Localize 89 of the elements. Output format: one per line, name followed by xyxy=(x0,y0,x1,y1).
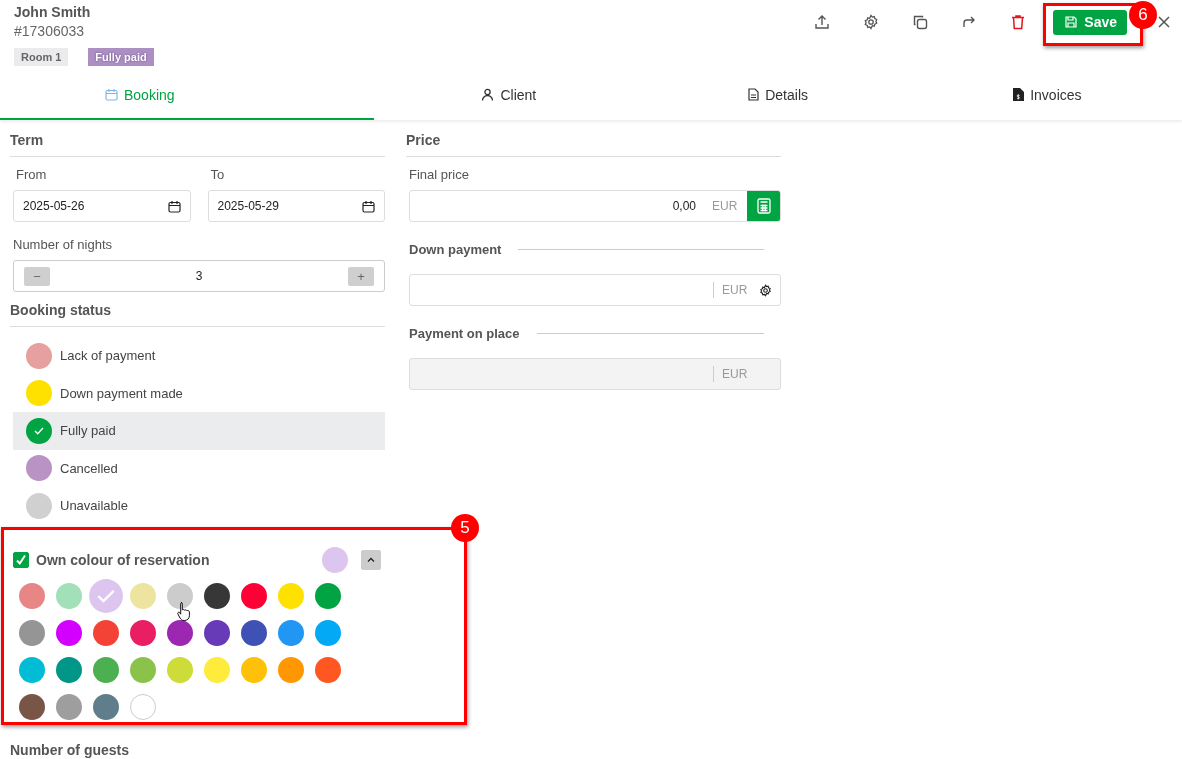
checkbox[interactable] xyxy=(13,551,29,568)
booking-number: #17306033 xyxy=(14,23,86,39)
hand-cursor-icon xyxy=(177,601,191,621)
date-field[interactable]: 2025-05-26 xyxy=(13,190,191,222)
guest-name: John Smith xyxy=(14,4,92,20)
status-option[interactable]: Fully paid xyxy=(13,412,385,450)
status-label: Cancelled xyxy=(60,460,118,476)
date-field[interactable]: 2025-05-29 xyxy=(207,190,385,222)
colour-swatch[interactable] xyxy=(130,582,156,609)
decrement-button[interactable]: − xyxy=(24,266,50,286)
price-field[interactable]: 0,00 EUR xyxy=(409,190,781,222)
colour-swatch[interactable] xyxy=(241,619,267,646)
field-label: Down payment xyxy=(409,242,502,257)
close-icon[interactable] xyxy=(1158,16,1170,28)
invoice-icon xyxy=(1013,88,1025,101)
colour-swatch[interactable] xyxy=(204,582,230,609)
colour-swatch[interactable] xyxy=(130,619,156,646)
field-label: Final price xyxy=(408,167,470,182)
colour-swatch[interactable] xyxy=(204,619,230,646)
section-title: Term xyxy=(10,132,45,148)
colour-swatch[interactable] xyxy=(278,582,304,609)
colour-swatch[interactable] xyxy=(167,619,193,646)
colour-swatch[interactable] xyxy=(315,619,341,646)
tag: Fully paid xyxy=(88,48,154,66)
section-title: Number of guests xyxy=(10,741,130,758)
tab[interactable]: Invoices xyxy=(912,74,1182,120)
status-label: Unavailable xyxy=(60,498,128,514)
colour-swatch[interactable] xyxy=(130,693,156,720)
calendar-icon xyxy=(105,88,118,101)
status-option[interactable]: Down payment made xyxy=(13,374,385,412)
colour-swatch[interactable] xyxy=(167,582,193,609)
calculator-button[interactable] xyxy=(747,191,780,221)
status-option[interactable]: Unavailable xyxy=(13,487,385,525)
floppy-disk-icon xyxy=(1065,16,1078,28)
trash-icon[interactable] xyxy=(1010,14,1027,30)
status-option[interactable]: Lack of payment xyxy=(13,337,385,375)
copy-icon[interactable] xyxy=(912,14,929,30)
colour-swatch[interactable] xyxy=(19,656,45,683)
colour-swatch[interactable] xyxy=(93,656,119,683)
status-label: Down payment made xyxy=(60,385,183,401)
tag: Room 1 xyxy=(14,48,69,66)
chevron-up-icon xyxy=(367,557,375,562)
increment-button[interactable]: + xyxy=(348,266,374,286)
colour-swatch[interactable] xyxy=(56,619,82,646)
nights-value: 3 xyxy=(195,269,203,283)
colour-swatch[interactable] xyxy=(19,693,45,720)
field-label: To xyxy=(209,167,226,182)
document-icon xyxy=(748,88,760,101)
colour-swatch[interactable] xyxy=(204,656,230,683)
calculator-icon xyxy=(756,198,771,214)
collapse-button[interactable] xyxy=(361,549,381,570)
colour-swatch[interactable] xyxy=(130,656,156,683)
section-title: Booking status xyxy=(10,302,113,318)
colour-preview xyxy=(322,546,348,573)
calendar-icon xyxy=(167,199,181,213)
colour-swatch[interactable] xyxy=(56,656,82,683)
colour-swatch[interactable] xyxy=(241,582,267,609)
colour-swatch[interactable] xyxy=(315,582,341,609)
calendar-icon xyxy=(362,199,375,213)
nights-stepper[interactable]: − 3 + xyxy=(13,260,385,292)
status-label: Fully paid xyxy=(60,423,116,439)
field-label: Number of nights xyxy=(12,237,113,252)
settings-icon[interactable] xyxy=(863,14,880,30)
field-label: Payment on place xyxy=(409,326,520,341)
colour-swatch[interactable] xyxy=(56,693,82,720)
check-icon xyxy=(34,426,44,435)
step-badge: 5 xyxy=(451,514,479,542)
colour-swatch[interactable] xyxy=(89,578,123,613)
colour-swatch[interactable] xyxy=(93,693,119,720)
colour-swatch[interactable] xyxy=(19,619,45,646)
person-icon xyxy=(481,88,495,101)
colour-swatch[interactable] xyxy=(278,656,304,683)
settings-icon[interactable] xyxy=(759,283,772,297)
colour-swatch[interactable] xyxy=(19,582,45,609)
colour-swatch[interactable] xyxy=(241,656,267,683)
tab[interactable]: Client xyxy=(374,74,644,120)
tab[interactable]: Details xyxy=(643,74,913,120)
upload-icon[interactable] xyxy=(814,14,831,30)
step-badge: 6 xyxy=(1129,1,1157,29)
colour-swatch[interactable] xyxy=(278,619,304,646)
colour-swatch[interactable] xyxy=(93,619,119,646)
checkbox-label: Own colour of reservation xyxy=(36,551,211,568)
status-label: Lack of payment xyxy=(60,348,156,364)
section-title: Price xyxy=(406,132,442,148)
colour-swatch[interactable] xyxy=(315,656,341,683)
field-label: From xyxy=(15,167,48,182)
status-option[interactable]: Cancelled xyxy=(13,449,385,487)
colour-swatch[interactable] xyxy=(167,656,193,683)
colour-swatch[interactable] xyxy=(56,582,82,609)
